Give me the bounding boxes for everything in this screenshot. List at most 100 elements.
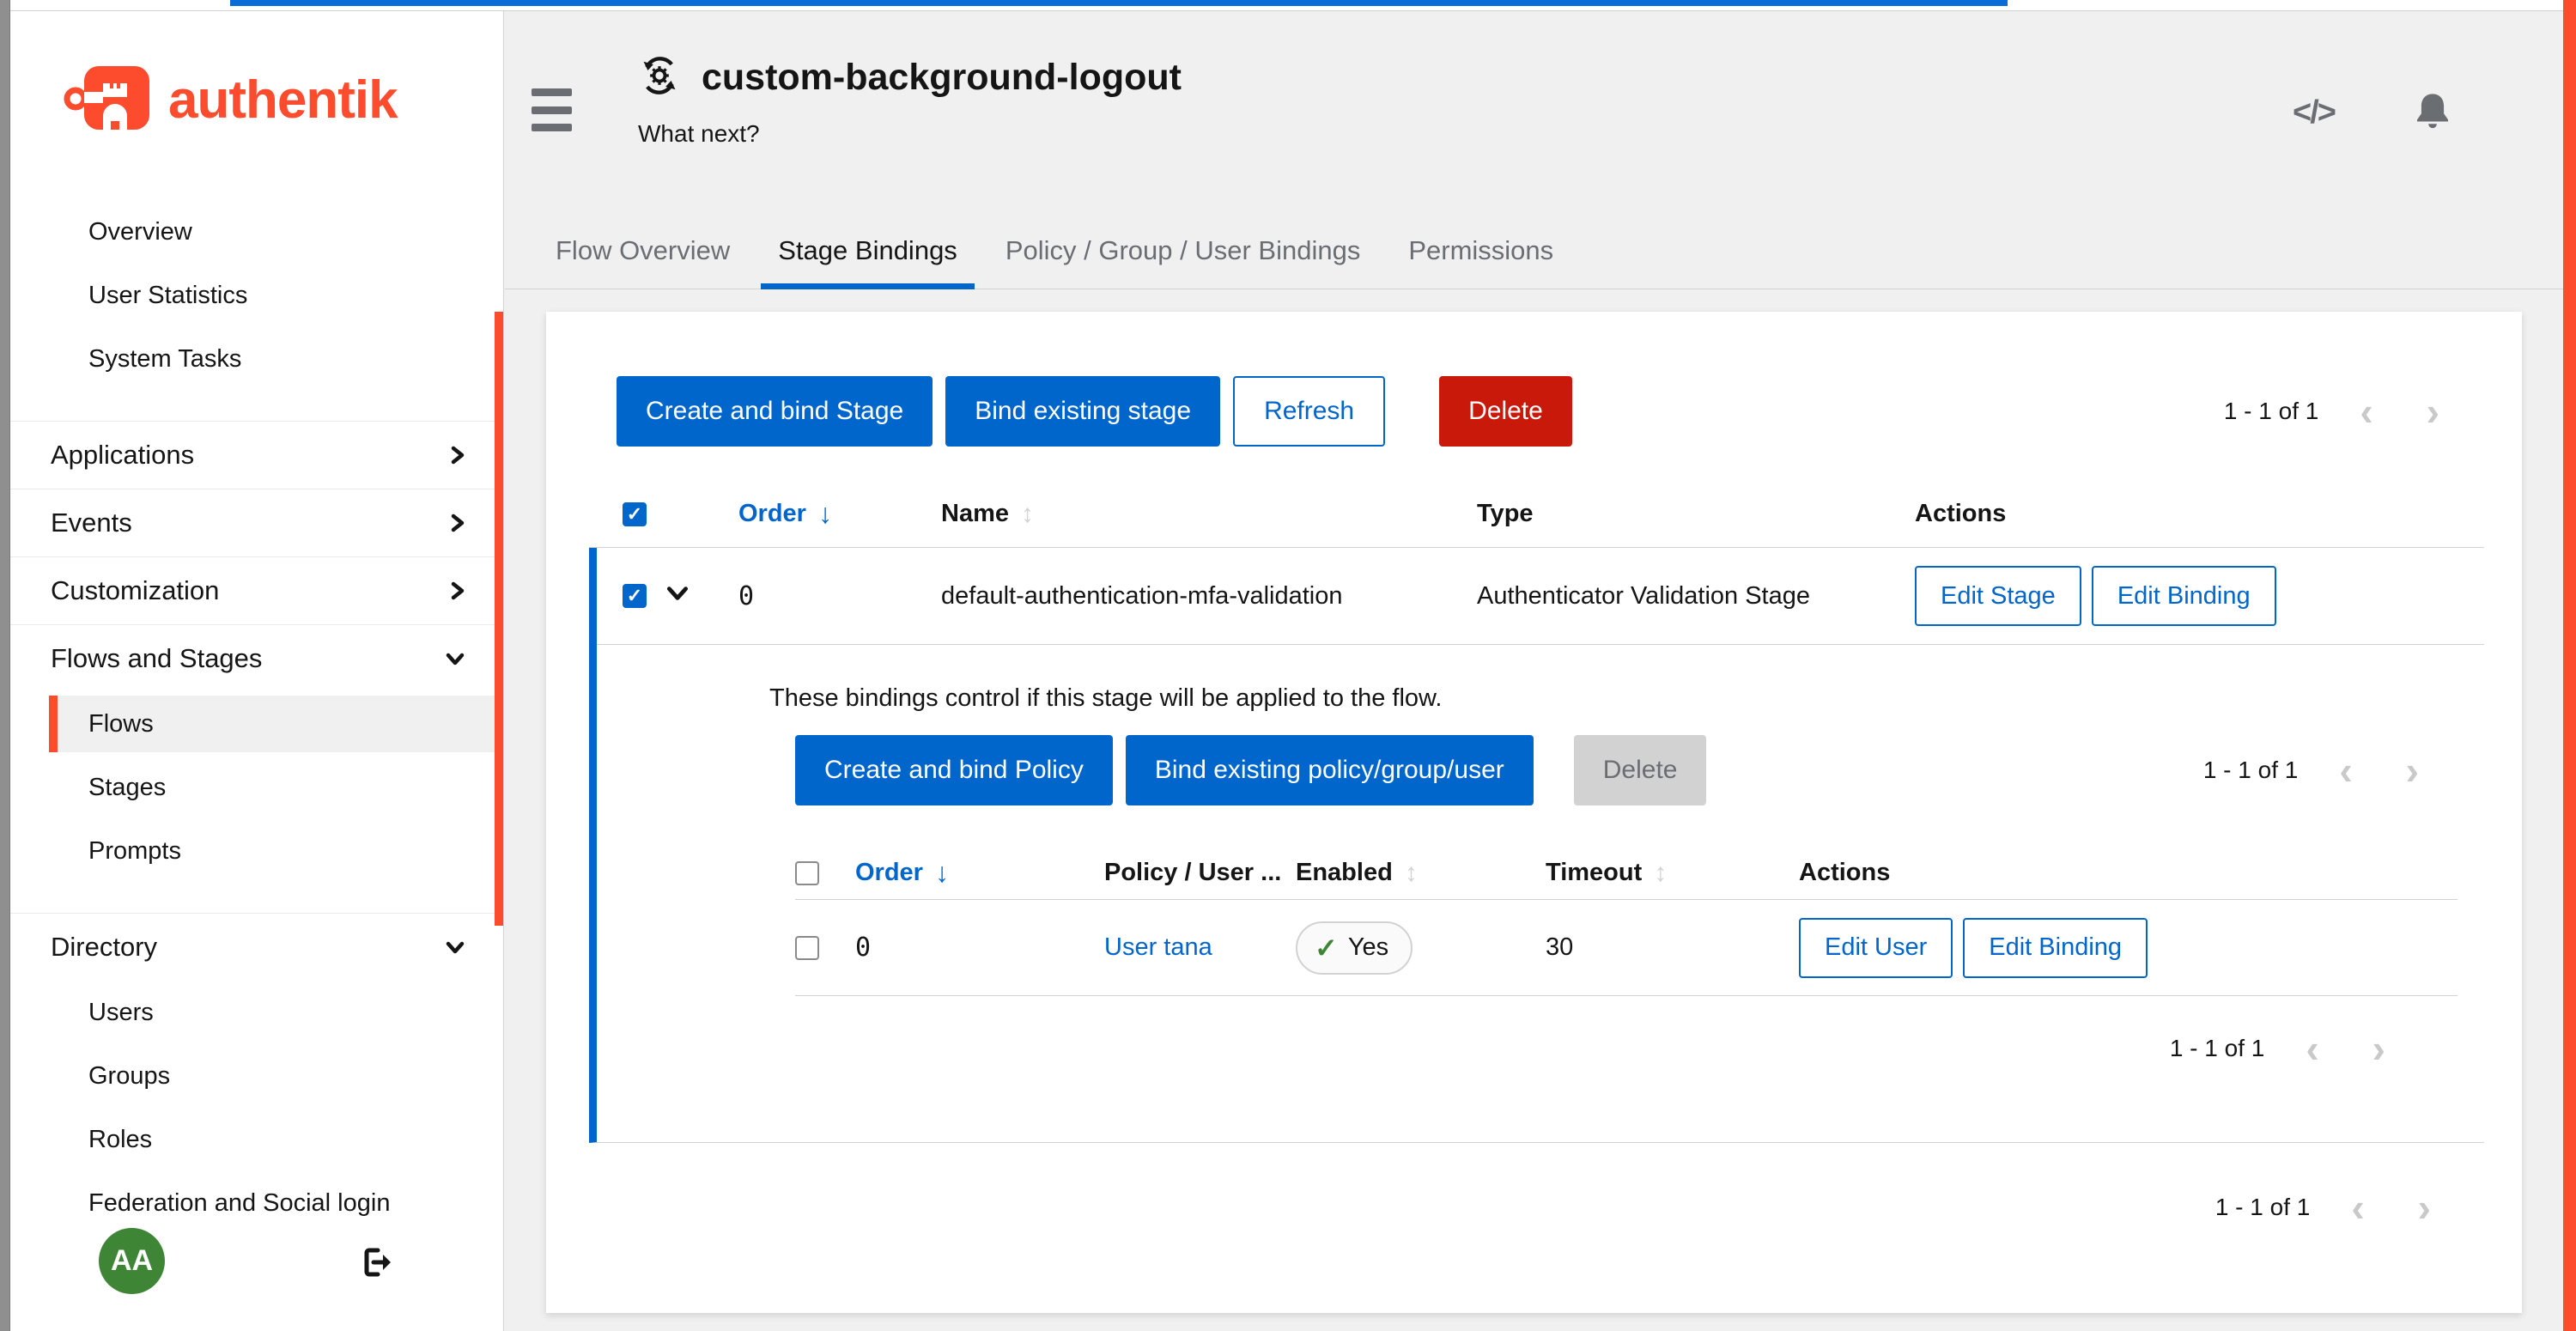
policy-pagination-top: 1 - 1 of 1 ‹ › [2203,751,2431,790]
pagination-label: 1 - 1 of 1 [2224,398,2319,425]
policy-table-row: 0 User tana ✓ Yes 30 [795,900,2458,996]
expanded-row-wrap: ✓ 0 default-authentication-mfa-validatio… [589,548,2484,1143]
bind-existing-policy-button[interactable]: Bind existing policy/group/user [1126,735,1534,805]
brand-wordmark: authentik [168,70,398,131]
pagination-next-icon[interactable]: › [2394,751,2431,790]
loading-progress-bar [230,0,2008,6]
row-expansion: These bindings control if this stage wil… [597,645,2484,1142]
sidebar-nav: Overview User Statistics System Tasks Ap… [10,200,503,1235]
sidebar-group-directory[interactable]: Directory [10,913,503,981]
pagination-prev-icon[interactable]: ‹ [2327,751,2364,790]
page-header: custom-background-logout What next? [638,54,1182,148]
edit-binding-button[interactable]: Edit Binding [1963,918,2148,978]
sidebar-item-federation[interactable]: Federation and Social login [10,1171,503,1235]
row-checkbox[interactable] [795,936,819,960]
nav-gap [10,883,503,913]
create-and-bind-stage-button[interactable]: Create and bind Stage [617,376,933,447]
enabled-badge: ✓ Yes [1296,921,1413,975]
chevron-right-icon [448,443,467,467]
delete-stage-button[interactable]: Delete [1439,376,1572,447]
page-subtitle: What next? [638,120,1182,148]
check-icon: ✓ [1315,932,1338,964]
stage-table-row: ✓ 0 default-authentication-mfa-validatio… [597,548,2484,645]
pagination-next-icon[interactable]: › [2415,392,2451,431]
sort-desc-icon: ↓ [935,857,949,889]
sidebar-footer: AA [10,1228,503,1305]
sidebar-item-users[interactable]: Users [10,981,503,1044]
sidebar-item-flows[interactable]: Flows [49,696,503,752]
pagination-next-icon[interactable]: › [2360,1029,2397,1068]
left-scrollbar[interactable] [0,0,10,1331]
sidebar-item-system-tasks[interactable]: System Tasks [10,327,503,391]
edit-stage-button[interactable]: Edit Stage [1915,566,2081,626]
sidebar-item-user-statistics[interactable]: User Statistics [10,264,503,327]
cell-actions: Edit Stage Edit Binding [1915,566,2484,626]
row-expand-chevron-icon[interactable] [665,582,738,611]
delete-policy-button[interactable]: Delete [1574,735,1707,805]
cell-actions: Edit User Edit Binding [1799,918,2458,978]
chevron-right-icon [448,511,467,535]
tab-permissions[interactable]: Permissions [1384,216,1577,289]
nav-gap [10,391,503,421]
authentik-logo-icon [64,61,156,139]
bind-existing-stage-button[interactable]: Bind existing stage [945,376,1220,447]
column-name[interactable]: Name ↕ [941,500,1477,529]
select-all-checkbox[interactable] [795,861,819,885]
tab-policy-group-user-bindings[interactable]: Policy / Group / User Bindings [981,216,1385,289]
header-actions: </> [2293,90,2451,136]
sort-desc-icon: ↓ [818,498,832,530]
sidebar-scrollbar[interactable] [495,312,503,926]
api-code-icon[interactable]: </> [2293,94,2335,131]
sidebar-item-stages[interactable]: Stages [10,756,503,819]
stage-pagination-top: 1 - 1 of 1 ‹ › [2224,392,2451,431]
select-all-checkbox[interactable]: ✓ [623,502,647,526]
sidebar-group-applications[interactable]: Applications [10,421,503,489]
avatar[interactable]: AA [99,1228,165,1294]
sidebar: authentik Overview User Statistics Syste… [10,11,504,1331]
cell-timeout: 30 [1546,933,1799,962]
edit-binding-button[interactable]: Edit Binding [2092,566,2276,626]
policy-toolbar: Create and bind Policy Bind existing pol… [795,735,2431,805]
stage-bindings-card: Create and bind Stage Bind existing stag… [546,312,2522,1313]
logout-icon[interactable] [361,1245,395,1279]
sidebar-group-customization[interactable]: Customization [10,556,503,624]
cell-enabled: ✓ Yes [1296,921,1546,975]
sidebar-group-flows-and-stages[interactable]: Flows and Stages [10,624,503,692]
sort-icon: ↕ [1021,500,1034,529]
sidebar-item-prompts[interactable]: Prompts [10,819,503,883]
binding-description: These bindings control if this stage wil… [769,684,2484,713]
sort-icon: ↕ [1405,859,1418,888]
pagination-prev-icon[interactable]: ‹ [2339,1188,2376,1227]
column-order[interactable]: Order ↓ [738,498,941,530]
column-timeout[interactable]: Timeout ↕ [1546,859,1799,888]
column-enabled[interactable]: Enabled ↕ [1296,859,1546,888]
hamburger-menu-icon[interactable] [532,88,572,131]
edit-user-button[interactable]: Edit User [1799,918,1953,978]
create-and-bind-policy-button[interactable]: Create and bind Policy [795,735,1113,805]
page-scrollbar[interactable] [2563,0,2576,1331]
stage-pagination-bottom: 1 - 1 of 1 ‹ › [2215,1188,2443,1227]
sidebar-item-groups[interactable]: Groups [10,1044,503,1108]
refresh-button[interactable]: Refresh [1233,376,1385,447]
column-actions: Actions [1915,500,2484,528]
pagination-label: 1 - 1 of 1 [2215,1194,2311,1221]
pagination-prev-icon[interactable]: ‹ [2348,392,2385,431]
authentik-logo[interactable]: authentik [64,61,398,139]
sidebar-item-roles[interactable]: Roles [10,1108,503,1171]
pagination-next-icon[interactable]: › [2406,1188,2443,1227]
flow-icon [638,54,681,101]
row-checkbox[interactable]: ✓ [623,584,647,608]
main-content: custom-background-logout What next? </> … [505,11,2563,1331]
column-type: Type [1477,500,1915,528]
user-link[interactable]: User tana [1104,933,1212,961]
notifications-bell-icon[interactable] [2414,90,2451,136]
stage-toolbar: Create and bind Stage Bind existing stag… [617,376,2451,447]
sidebar-item-overview[interactable]: Overview [10,200,503,264]
tab-flow-overview[interactable]: Flow Overview [532,216,754,289]
column-order[interactable]: Order ↓ [855,857,1104,889]
pagination-label: 1 - 1 of 1 [2170,1035,2265,1062]
tab-bar: Flow Overview Stage Bindings Policy / Gr… [505,210,2563,289]
pagination-prev-icon[interactable]: ‹ [2293,1029,2330,1068]
tab-stage-bindings[interactable]: Stage Bindings [754,216,981,289]
sidebar-group-events[interactable]: Events [10,489,503,556]
